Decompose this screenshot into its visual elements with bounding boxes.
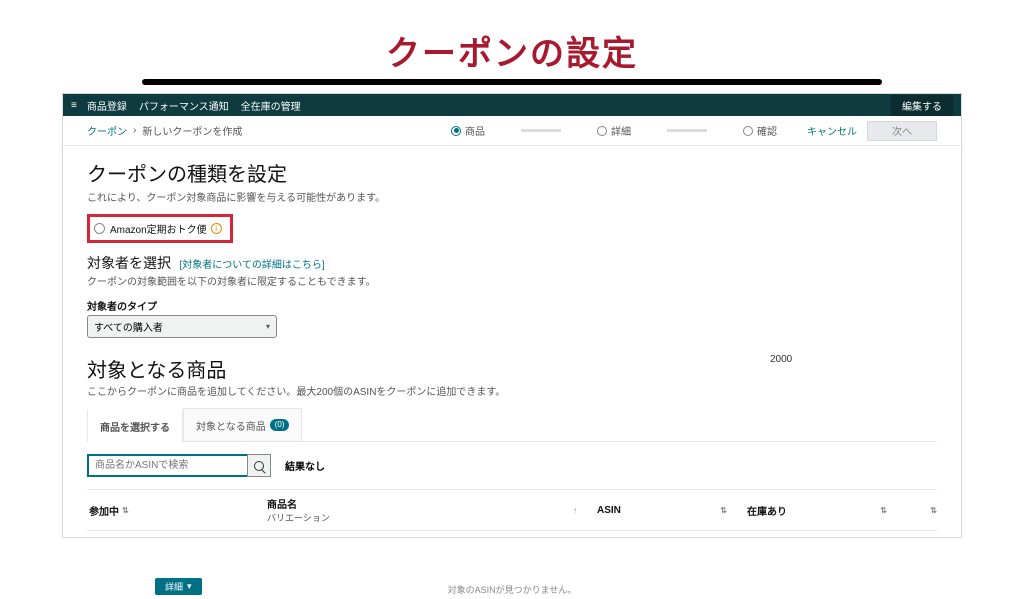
search-button[interactable] — [247, 454, 271, 477]
tab-label: 対象となる商品 — [196, 418, 266, 433]
slide-title: クーポンの設定 — [0, 26, 1024, 75]
content: クーポンの種類を設定 これにより、クーポン対象商品に影響を与える可能性があります… — [63, 146, 961, 537]
sort-icon: ⇅ — [880, 506, 887, 515]
col-sublabel: バリエーション — [267, 511, 330, 524]
floating-number: 2000 — [770, 354, 792, 365]
topbar: ≡ 商品登録 パフォーマンス通知 全在庫の管理 編集する — [63, 94, 961, 116]
chevron-down-icon: ▾ — [187, 581, 192, 592]
edit-button[interactable]: 編集する — [891, 95, 953, 116]
menu-item-product-register[interactable]: 商品登録 — [87, 98, 127, 113]
wizard-steps: 商品 詳細 確認 — [451, 123, 777, 138]
step-label: 商品 — [465, 123, 485, 138]
subbar: クーポン › 新しいクーポンを作成 商品 詳細 確認 キャンセル 次へ — [63, 116, 961, 146]
section-heading-type: クーポンの種類を設定 — [87, 158, 937, 187]
step-details[interactable]: 詳細 — [597, 123, 631, 138]
product-tabs: 商品を選択する 対象となる商品 (0) — [87, 408, 937, 442]
col-label: 在庫あり — [747, 503, 787, 518]
search-icon — [254, 461, 264, 471]
radio-icon — [597, 126, 607, 136]
breadcrumb-sep: › — [133, 125, 136, 136]
breadcrumb-root[interactable]: クーポン — [87, 123, 127, 138]
col-stock[interactable]: 在庫あり ⇅ — [747, 496, 897, 524]
section-desc-products: ここからクーポンに商品を追加してください。最大200個のASINをクーポンに追加… — [87, 383, 937, 398]
col-participating[interactable]: 参加中 ⇅ — [87, 496, 267, 524]
radio-icon — [94, 223, 105, 234]
section-desc-type: これにより、クーポン対象商品に影響を与える可能性があります。 — [87, 189, 937, 204]
cancel-link[interactable]: キャンセル — [807, 123, 857, 138]
step-label: 確認 — [757, 123, 777, 138]
sort-icon: ⇅ — [930, 506, 937, 515]
step-track — [521, 129, 561, 132]
sort-icon: ⇅ — [122, 506, 129, 515]
search-input[interactable] — [87, 454, 247, 477]
search-row: 結果なし — [87, 454, 937, 477]
count-badge: (0) — [270, 419, 290, 431]
col-label: ASIN — [597, 505, 621, 516]
chevron-down-icon: ▾ — [266, 322, 270, 331]
info-icon[interactable]: i — [211, 223, 222, 234]
chip-label: 詳細 — [165, 580, 183, 593]
tab-select-products[interactable]: 商品を選択する — [87, 409, 183, 442]
menu-item-performance[interactable]: パフォーマンス通知 — [139, 98, 229, 113]
audience-select[interactable]: すべての購入者 ▾ — [87, 315, 277, 338]
hamburger-icon[interactable]: ≡ — [71, 100, 77, 111]
select-value: すべての購入者 — [94, 319, 163, 334]
step-track — [667, 129, 707, 132]
footer-chip[interactable]: 詳細 ▾ — [155, 578, 202, 595]
menu-item-inventory[interactable]: 全在庫の管理 — [241, 98, 301, 113]
sort-icon: ⇅ — [720, 506, 727, 515]
audience-help-link[interactable]: [対象者についての詳細はこちら] — [179, 260, 324, 271]
section-desc-audience: クーポンの対象範囲を以下の対象者に限定することもできます。 — [87, 273, 937, 288]
title-underline — [142, 79, 882, 85]
footer-note: 対象のASINが見つかりません。 — [448, 583, 577, 596]
step-confirm[interactable]: 確認 — [743, 123, 777, 138]
no-results-label: 結果なし — [285, 458, 325, 473]
section-heading-audience: 対象者を選択 — [87, 255, 171, 271]
col-actions: ⇅ — [897, 496, 937, 524]
radio-active-icon — [451, 126, 461, 136]
app-frame: ≡ 商品登録 パフォーマンス通知 全在庫の管理 編集する クーポン › 新しいク… — [62, 93, 962, 538]
audience-type-label: 対象者のタイプ — [87, 298, 937, 313]
option-label: Amazon定期おトク便 — [110, 221, 207, 236]
col-asin[interactable]: ASIN ⇅ — [597, 496, 747, 524]
tab-target-products[interactable]: 対象となる商品 (0) — [183, 408, 302, 441]
highlighted-option[interactable]: Amazon定期おトク便 i — [87, 214, 233, 243]
col-label: 商品名 — [267, 500, 297, 511]
table-header: 参加中 ⇅ 商品名 バリエーション ↑ ASIN ⇅ 在庫あり ⇅ ⇅ — [87, 489, 937, 531]
step-label: 詳細 — [611, 123, 631, 138]
step-products[interactable]: 商品 — [451, 123, 485, 138]
breadcrumb-current: 新しいクーポンを作成 — [142, 123, 242, 138]
col-label: 参加中 — [89, 503, 119, 518]
section-heading-products: 対象となる商品 — [87, 354, 937, 383]
radio-icon — [743, 126, 753, 136]
search-box — [87, 454, 271, 477]
col-product-name[interactable]: 商品名 バリエーション ↑ — [267, 496, 597, 524]
next-button[interactable]: 次へ — [867, 121, 937, 141]
sort-up-icon: ↑ — [573, 506, 577, 515]
